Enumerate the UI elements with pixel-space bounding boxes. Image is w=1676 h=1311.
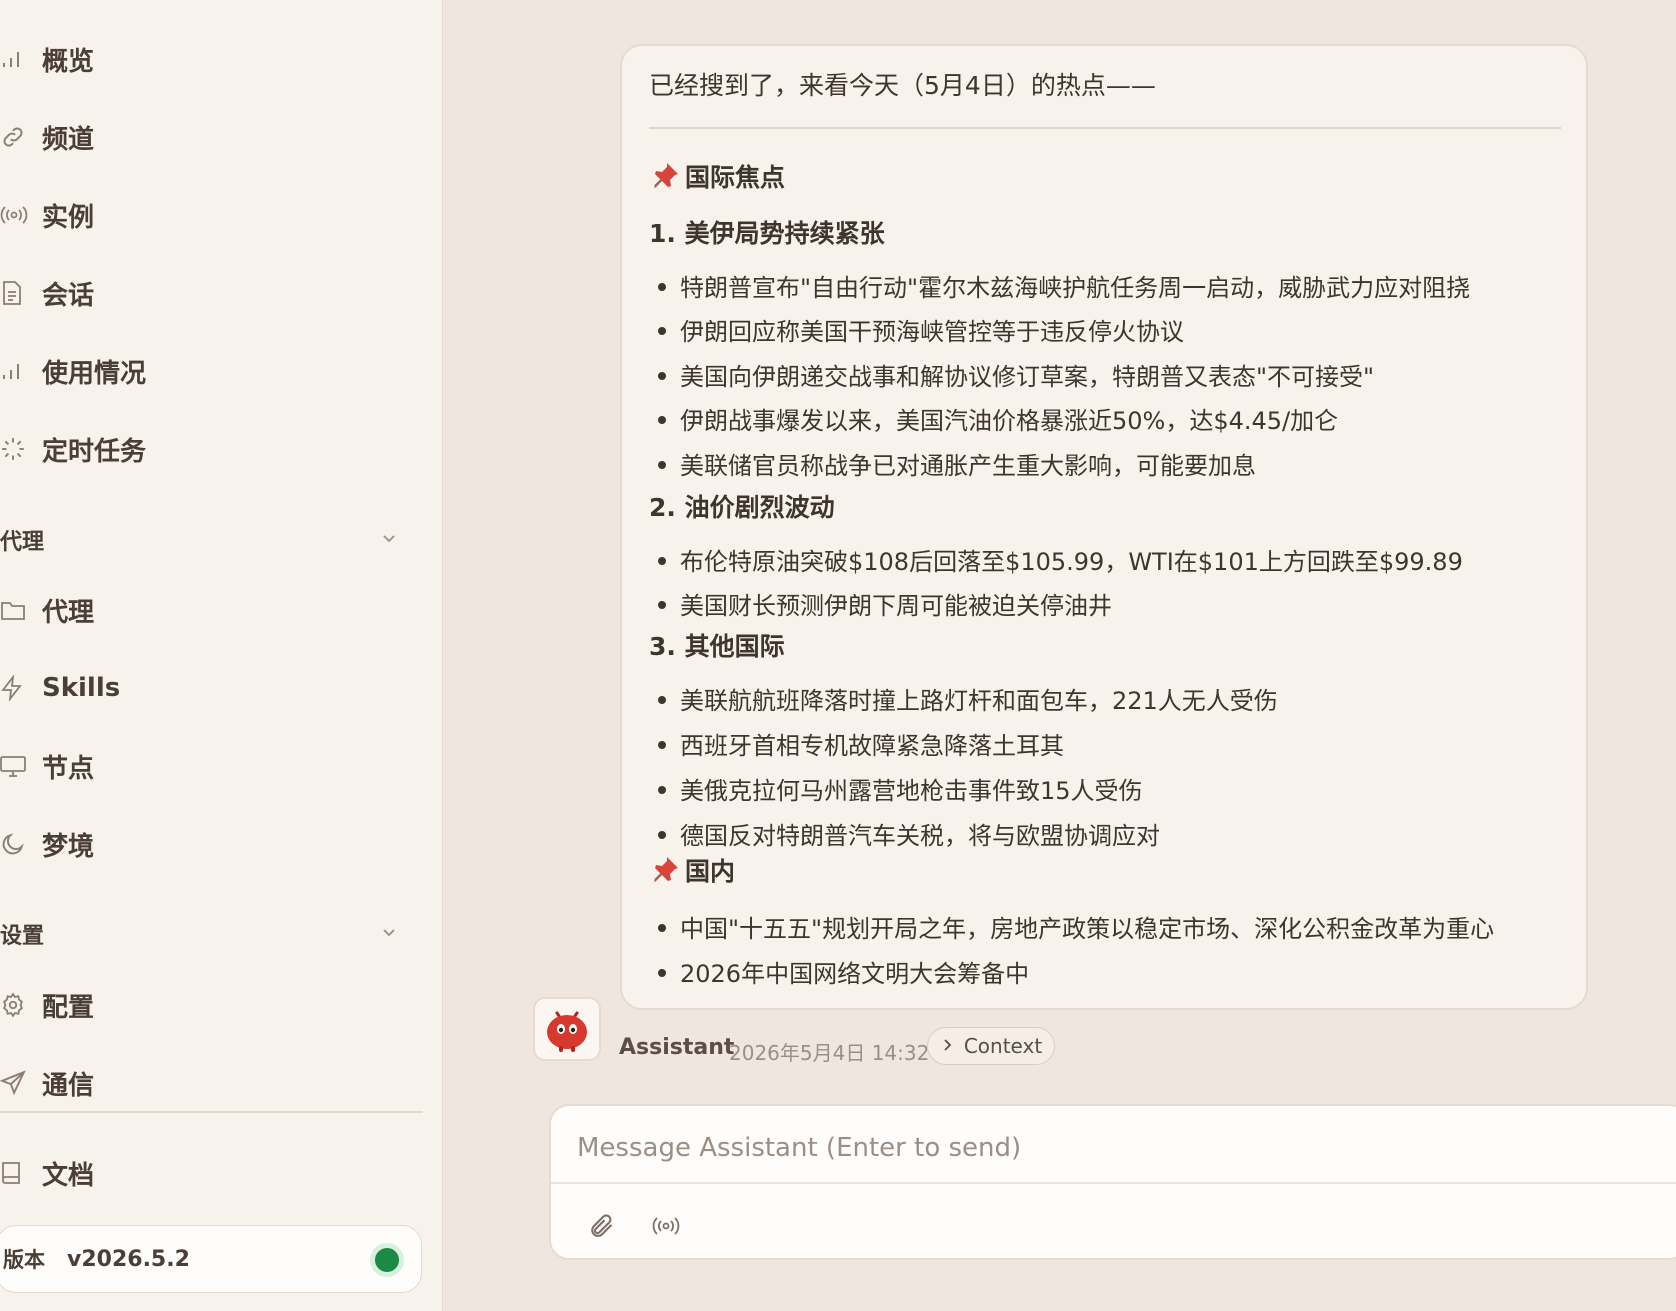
sidebar-item-label: 配置	[42, 992, 95, 1023]
sidebar-item-channels[interactable]: 频道	[0, 109, 420, 165]
sidebar-item-cron[interactable]: 定时任务	[0, 421, 420, 477]
sidebar-item-label: 定时任务	[42, 436, 147, 467]
sidebar: 概览 频道 实例 会话 使用情况 定时任务 代理 代理 Skills 节点 梦境…	[0, 0, 443, 1311]
loader-icon	[0, 434, 30, 464]
sidebar-item-label: 频道	[42, 124, 95, 155]
sidebar-item-label: 梦境	[42, 831, 95, 862]
sidebar-item-label: 通信	[42, 1070, 95, 1101]
version-panel: 版本 v2026.5.2	[0, 1225, 422, 1293]
subheading-1: 1. 美伊局势持续紧张	[649, 219, 885, 248]
context-label: Context	[963, 1034, 1043, 1058]
sidebar-item-nodes[interactable]: 节点	[0, 738, 420, 794]
sidebar-item-usage[interactable]: 使用情况	[0, 343, 420, 399]
message-author: Assistant	[619, 1035, 735, 1060]
list-item: 美俄克拉何马州露营地枪击事件致15人受伤	[658, 771, 1143, 806]
section-heading-text: 国内	[685, 857, 736, 886]
sidebar-item-docs[interactable]: 文档	[0, 1145, 420, 1201]
assistant-avatar	[533, 997, 601, 1061]
assistant-message-bubble: 已经搜到了，来看今天（5月4日）的热点—— 国际焦点 1. 美伊局势持续紧张 特…	[620, 44, 1588, 1010]
version-number: v2026.5.2	[67, 1246, 190, 1272]
chevron-right-icon	[940, 1037, 954, 1056]
sidebar-item-label: Skills	[42, 673, 121, 703]
send-icon	[0, 1068, 30, 1098]
list-item: 特朗普宣布"自由行动"霍尔木兹海峡护航任务周一启动，威胁武力应对阻挠	[658, 268, 1470, 303]
status-indicator	[375, 1248, 399, 1272]
sidebar-item-config[interactable]: 配置	[0, 977, 420, 1033]
book-icon	[0, 1158, 30, 1188]
folder-icon	[0, 595, 30, 625]
sidebar-item-comms[interactable]: 通信	[0, 1055, 420, 1111]
attach-button[interactable]	[581, 1206, 621, 1246]
section-title: 设置	[0, 924, 45, 949]
list-item: 布伦特原油突破$108后回落至$105.99，WTI在$101上方回跌至$99.…	[658, 542, 1463, 577]
message-intro: 已经搜到了，来看今天（5月4日）的热点——	[649, 71, 1156, 100]
composer-divider	[551, 1182, 1676, 1184]
sidebar-item-label: 节点	[42, 753, 95, 784]
agent-section-toggle[interactable]: 代理	[0, 520, 420, 560]
pushpin-icon	[649, 160, 681, 192]
list-item: 美国财长预测伊朗下周可能被迫关停油井	[658, 586, 1112, 621]
version-label: 版本	[3, 1248, 45, 1272]
list-item: 西班牙首相专机故障紧急降落土耳其	[658, 726, 1064, 761]
sidebar-item-instances[interactable]: 实例	[0, 187, 420, 243]
bar-chart-icon	[0, 356, 30, 386]
section-heading-text: 国际焦点	[685, 163, 786, 192]
sidebar-item-sessions[interactable]: 会话	[0, 265, 420, 321]
bolt-icon	[0, 673, 30, 703]
subheading-2: 2. 油价剧烈波动	[649, 493, 835, 522]
sidebar-item-label: 实例	[42, 202, 95, 233]
settings-section-toggle[interactable]: 设置	[0, 914, 420, 954]
document-icon	[0, 278, 30, 308]
link-icon	[0, 122, 30, 152]
list-item: 美联航航班降落时撞上路灯杆和面包车，221人无人受伤	[658, 681, 1278, 716]
monitor-icon	[0, 751, 30, 781]
sidebar-item-overview[interactable]: 概览	[0, 31, 420, 87]
gear-icon	[0, 990, 30, 1020]
context-toggle-button[interactable]: Context	[927, 1027, 1055, 1065]
list-item: 中国"十五五"规划开局之年，房地产政策以稳定市场、深化公积金改革为重心	[658, 909, 1494, 944]
broadcast-icon	[0, 200, 30, 230]
sidebar-item-skills[interactable]: Skills	[0, 660, 420, 716]
broadcast-icon	[652, 1217, 680, 1235]
pushpin-icon	[649, 854, 681, 886]
app-window: 概览 频道 实例 会话 使用情况 定时任务 代理 代理 Skills 节点 梦境…	[0, 0, 1676, 1311]
section-title: 代理	[0, 530, 45, 555]
sidebar-item-label: 文档	[42, 1160, 95, 1191]
subheading-3: 3. 其他国际	[649, 632, 785, 661]
bar-chart-icon	[0, 44, 30, 74]
sidebar-item-label: 代理	[42, 597, 95, 628]
message-composer	[549, 1104, 1676, 1260]
mascot-icon	[547, 1011, 587, 1052]
voice-button[interactable]	[646, 1206, 686, 1246]
section-heading-international: 国际焦点	[649, 158, 785, 194]
list-item: 2026年中国网络文明大会筹备中	[658, 954, 1029, 989]
list-item: 美国向伊朗递交战事和解协议修订草案，特朗普又表态"不可接受"	[658, 357, 1374, 392]
paperclip-icon	[591, 1214, 613, 1237]
sidebar-item-label: 使用情况	[42, 358, 147, 389]
list-item: 伊朗回应称美国干预海峡管控等于违反停火协议	[658, 312, 1184, 347]
sidebar-item-label: 概览	[42, 46, 95, 77]
chevron-down-icon	[380, 529, 398, 551]
sidebar-item-label: 会话	[42, 280, 95, 311]
moon-icon	[0, 829, 30, 859]
message-input[interactable]	[577, 1128, 1667, 1168]
chevron-down-icon	[380, 923, 398, 945]
horizontal-rule	[649, 127, 1561, 129]
sidebar-item-agents[interactable]: 代理	[0, 582, 420, 638]
list-item: 美联储官员称战争已对通胀产生重大影响，可能要加息	[658, 446, 1256, 481]
section-heading-domestic: 国内	[649, 852, 735, 888]
sidebar-divider	[0, 1111, 423, 1113]
list-item: 伊朗战事爆发以来，美国汽油价格暴涨近50%，达$4.45/加仑	[658, 401, 1338, 436]
message-timestamp: 2026年5月4日 14:32	[729, 1041, 930, 1065]
sidebar-item-dreams[interactable]: 梦境	[0, 816, 420, 872]
list-item: 德国反对特朗普汽车关税，将与欧盟协调应对	[658, 816, 1160, 851]
